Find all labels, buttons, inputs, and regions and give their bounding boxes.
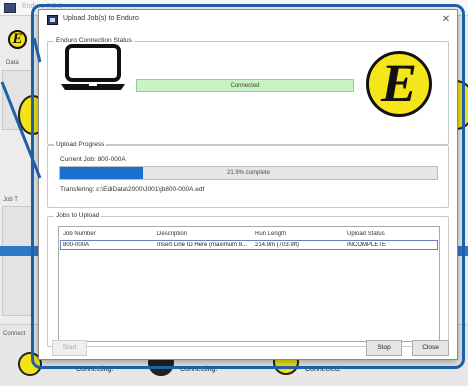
annotation-callout-lines [0,37,42,179]
